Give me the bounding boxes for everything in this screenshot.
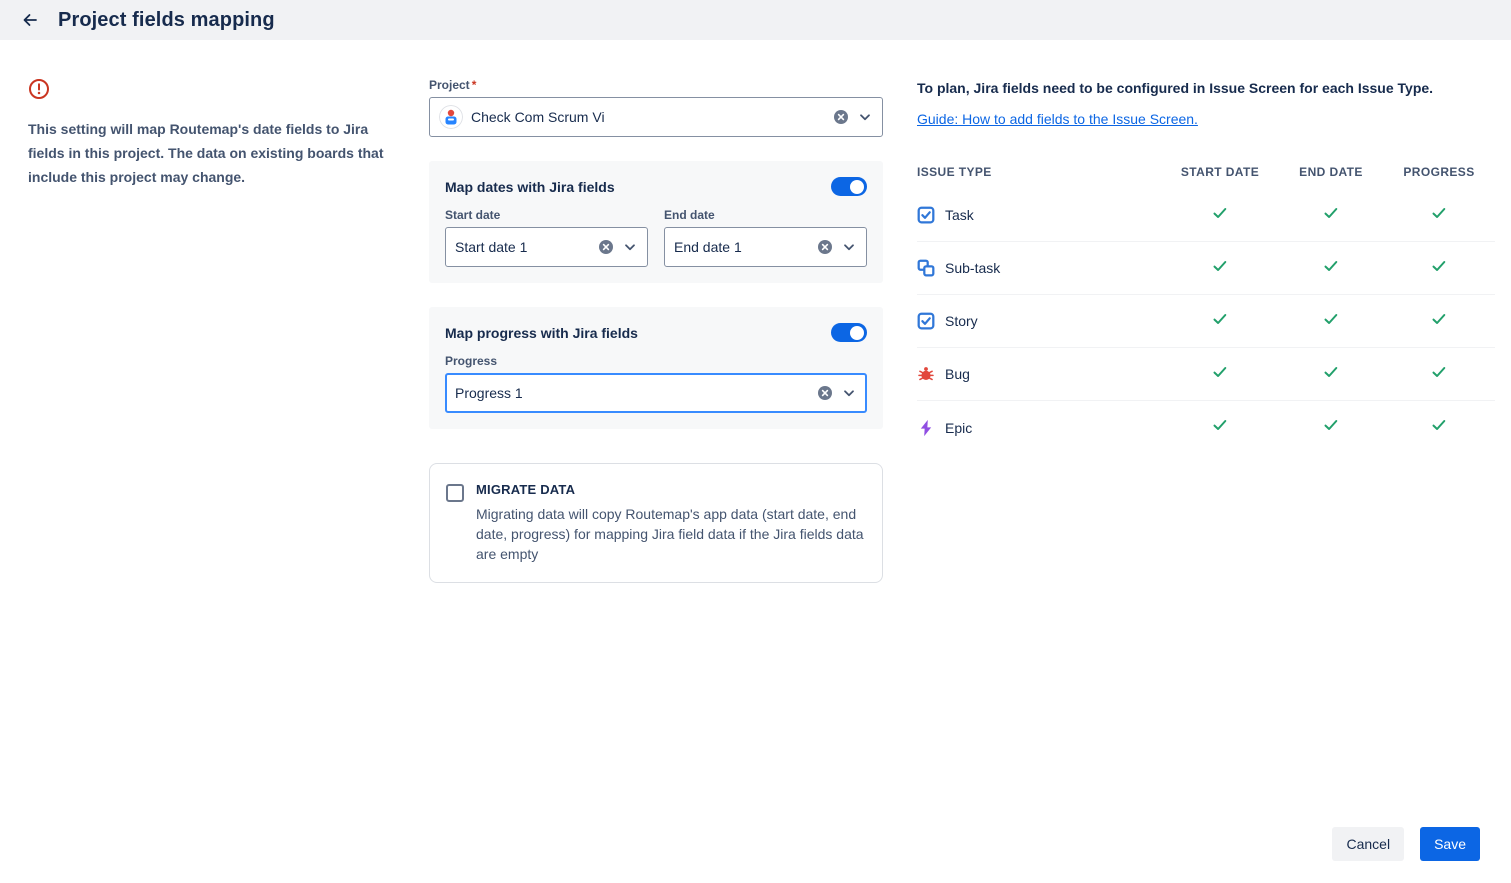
migrate-data-description: Migrating data will copy Routemap's app … — [476, 504, 866, 564]
map-progress-toggle[interactable] — [831, 323, 867, 342]
chevron-down-icon — [841, 239, 857, 255]
cancel-button[interactable]: Cancel — [1332, 827, 1404, 861]
end-date-select[interactable]: End date 1 — [664, 227, 867, 267]
start-date-select-value: Start date 1 — [455, 239, 590, 255]
chevron-down-icon — [857, 109, 873, 125]
issue-screen-panel: To plan, Jira fields need to be configur… — [917, 78, 1495, 454]
end-date-field: End date End date 1 — [664, 208, 867, 267]
clear-icon[interactable] — [817, 385, 833, 401]
story-icon — [917, 312, 935, 330]
progress-select[interactable]: Progress 1 — [445, 373, 867, 413]
check-icon — [1322, 204, 1340, 222]
check-icon — [1322, 257, 1340, 275]
check-icon — [1322, 363, 1340, 381]
start-date-select[interactable]: Start date 1 — [445, 227, 648, 267]
toggle-knob — [850, 180, 864, 194]
chevron-down-icon — [841, 385, 857, 401]
project-fields-mapping-page: Project fields mapping This setting will… — [0, 0, 1511, 883]
clear-icon[interactable] — [833, 109, 849, 125]
migrate-data-title: MIGRATE DATA — [476, 482, 866, 497]
col-progress: PROGRESS — [1383, 165, 1495, 179]
project-label: Project* — [429, 78, 883, 92]
subtask-icon — [917, 259, 935, 277]
issue-type-label: Sub-task — [945, 260, 1000, 276]
check-icon — [1211, 257, 1229, 275]
warning-icon — [28, 78, 50, 105]
issue-type-label: Story — [945, 313, 978, 329]
check-icon — [1211, 204, 1229, 222]
check-icon — [1430, 204, 1448, 222]
check-icon — [1211, 363, 1229, 381]
required-asterisk: * — [472, 78, 477, 92]
clear-icon[interactable] — [817, 239, 833, 255]
table-row: Sub-task — [917, 242, 1495, 295]
issue-type-table: ISSUE TYPE START DATE END DATE PROGRESS … — [917, 155, 1495, 454]
end-date-select-value: End date 1 — [674, 239, 809, 255]
table-row: Story — [917, 295, 1495, 348]
project-avatar — [439, 105, 463, 129]
main-content: This setting will map Routemap's date fi… — [0, 40, 1511, 583]
progress-field: Progress Progress 1 — [445, 354, 867, 413]
table-row: Task — [917, 189, 1495, 242]
save-button[interactable]: Save — [1420, 827, 1480, 861]
map-dates-title: Map dates with Jira fields — [445, 179, 615, 195]
guide-link[interactable]: Guide: How to add fields to the Issue Sc… — [917, 111, 1198, 127]
map-progress-card: Map progress with Jira fields Progress P… — [429, 307, 883, 429]
check-icon — [1430, 257, 1448, 275]
epic-icon — [917, 419, 935, 437]
table-row: Bug — [917, 348, 1495, 401]
check-icon — [1211, 310, 1229, 328]
check-icon — [1430, 310, 1448, 328]
table-row: Epic — [917, 401, 1495, 454]
bug-icon — [917, 365, 935, 383]
project-label-text: Project — [429, 78, 470, 92]
chevron-down-icon — [622, 239, 638, 255]
project-select-value: Check Com Scrum Vi — [471, 109, 825, 125]
issue-type-label: Epic — [945, 420, 972, 436]
end-date-label: End date — [664, 208, 867, 222]
page-header: Project fields mapping — [0, 0, 1511, 40]
check-icon — [1211, 416, 1229, 434]
migrate-data-card: MIGRATE DATA Migrating data will copy Ro… — [429, 463, 883, 583]
task-icon — [917, 206, 935, 224]
map-dates-card: Map dates with Jira fields Start date St… — [429, 161, 883, 283]
col-issue-type: ISSUE TYPE — [917, 165, 1161, 179]
info-note: This setting will map Routemap's date fi… — [28, 78, 395, 189]
page-title: Project fields mapping — [58, 9, 275, 32]
project-field: Project* Check Com Scrum Vi — [429, 78, 883, 137]
start-date-label: Start date — [445, 208, 648, 222]
migrate-data-checkbox[interactable] — [446, 484, 464, 502]
issue-screen-intro: To plan, Jira fields need to be configur… — [917, 78, 1495, 98]
toggle-knob — [850, 326, 864, 340]
progress-select-value: Progress 1 — [455, 385, 809, 401]
table-header-row: ISSUE TYPE START DATE END DATE PROGRESS — [917, 155, 1495, 189]
start-date-field: Start date Start date 1 — [445, 208, 648, 267]
check-icon — [1322, 416, 1340, 434]
issue-type-label: Bug — [945, 366, 970, 382]
mapping-form: Project* Check Com Scrum Vi — [429, 78, 883, 583]
back-button[interactable] — [16, 6, 44, 34]
issue-type-label: Task — [945, 207, 974, 223]
map-dates-toggle[interactable] — [831, 177, 867, 196]
check-icon — [1322, 310, 1340, 328]
note-text: This setting will map Routemap's date fi… — [28, 117, 395, 189]
col-end-date: END DATE — [1279, 165, 1383, 179]
check-icon — [1430, 416, 1448, 434]
footer-actions: Cancel Save — [1332, 827, 1480, 861]
map-progress-title: Map progress with Jira fields — [445, 325, 638, 341]
project-select[interactable]: Check Com Scrum Vi — [429, 97, 883, 137]
check-icon — [1430, 363, 1448, 381]
col-start-date: START DATE — [1161, 165, 1279, 179]
arrow-left-icon — [20, 10, 40, 30]
progress-label: Progress — [445, 354, 867, 368]
clear-icon[interactable] — [598, 239, 614, 255]
